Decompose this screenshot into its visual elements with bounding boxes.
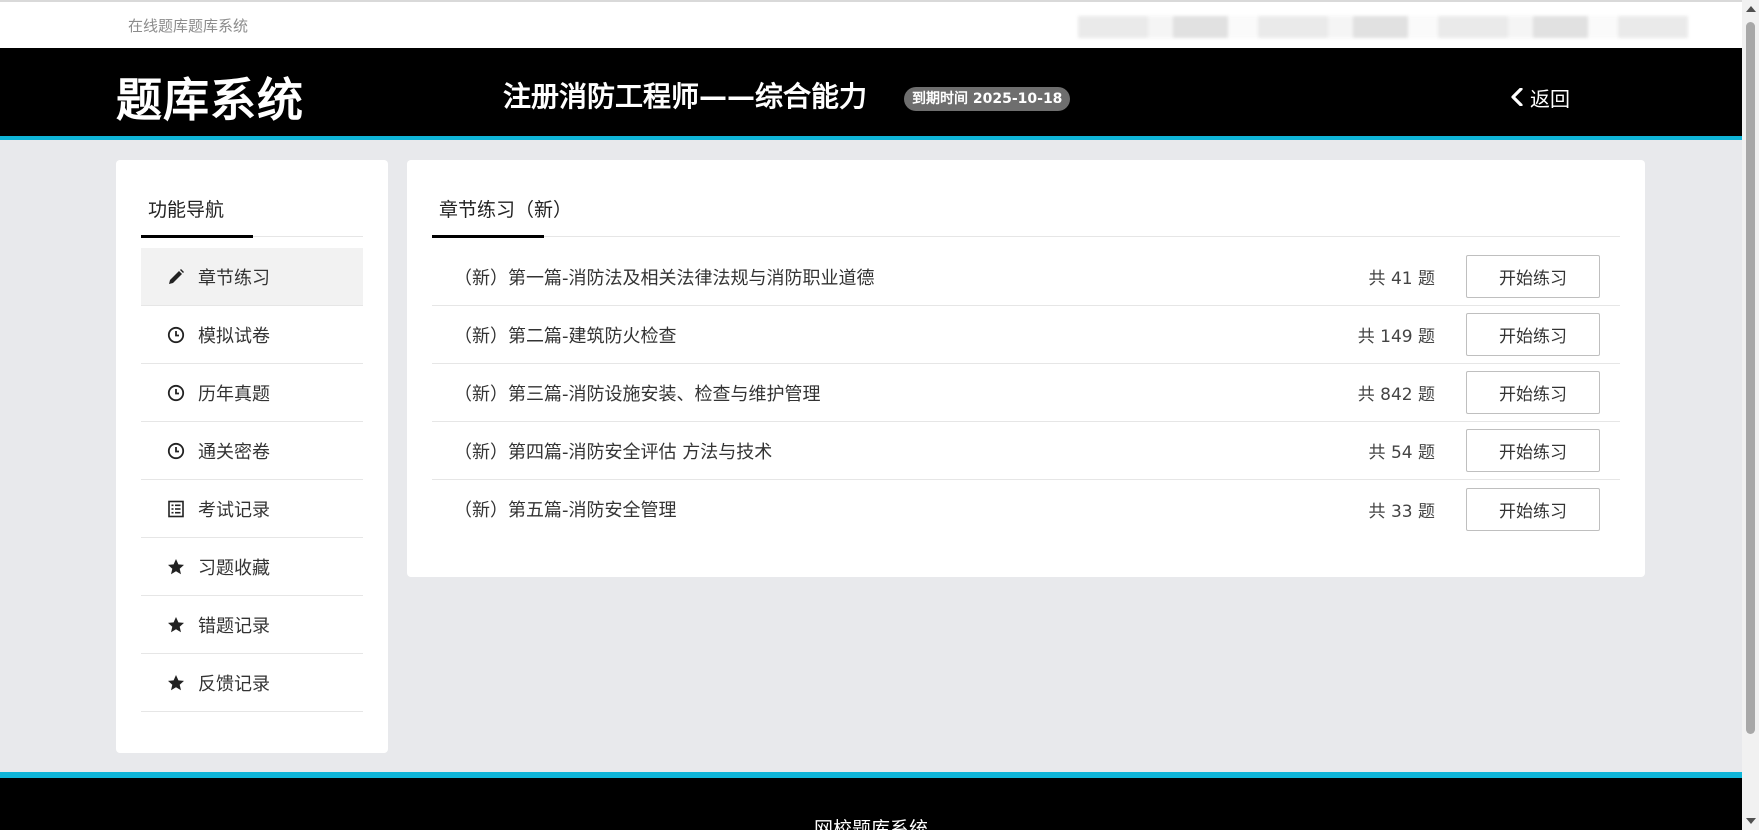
sidebar-item-past-papers[interactable]: 历年真题 [141, 364, 363, 422]
sidebar-item-favorites[interactable]: 习题收藏 [141, 538, 363, 596]
chapter-name: （新）第四篇-消防安全评估 方法与技术 [454, 441, 773, 463]
sidebar-item-label: 考试记录 [198, 499, 270, 521]
footer-text: 网校题库系统 [813, 818, 928, 830]
sidebar-title: 功能导航 [148, 199, 225, 221]
chapter-name: （新）第五篇-消防安全管理 [454, 500, 677, 521]
vertical-scrollbar[interactable] [1742, 0, 1759, 830]
clock-icon [166, 383, 186, 403]
sidebar-item-label: 通关密卷 [198, 441, 270, 463]
tab-underline [432, 235, 544, 238]
start-practice-button[interactable]: 开始练习 [1466, 487, 1600, 531]
chapter-name: （新）第三篇-消防设施安装、检查与维护管理 [454, 383, 821, 405]
sidebar-item-label: 模拟试卷 [198, 325, 270, 347]
sidebar: 功能导航 章节练习 模拟试卷 历年真题 通关密卷 考试记录 习题收藏 错题记录 … [116, 160, 388, 753]
scroll-up-arrow-icon[interactable] [1746, 6, 1756, 12]
sidebar-item-label: 历年真题 [198, 383, 270, 405]
sidebar-item-exam-records[interactable]: 考试记录 [141, 480, 363, 538]
start-practice-button[interactable]: 开始练习 [1466, 429, 1600, 472]
tab-bar: 章节练习（新） [432, 190, 1620, 238]
chapter-list: （新）第一篇-消防法及相关法律法规与消防职业道德 共 41 题 开始练习 （新）… [432, 248, 1620, 538]
start-practice-button[interactable]: 开始练习 [1466, 371, 1600, 414]
back-label: 返回 [1530, 87, 1570, 111]
list-icon [166, 499, 186, 519]
chevron-left-icon [1510, 86, 1524, 110]
question-count: 共 41 题 [1368, 269, 1435, 289]
back-button[interactable]: 返回 [1510, 83, 1570, 112]
question-count: 共 54 题 [1368, 443, 1435, 463]
sidebar-item-label: 习题收藏 [198, 557, 270, 579]
chapter-row: （新）第一篇-消防法及相关法律法规与消防职业道德 共 41 题 开始练习 [432, 248, 1620, 306]
chapter-row: （新）第四篇-消防安全评估 方法与技术 共 54 题 开始练习 [432, 422, 1620, 480]
blurred-user-info [1078, 16, 1688, 38]
sidebar-item-label: 反馈记录 [198, 673, 270, 695]
sidebar-header: 功能导航 [141, 190, 363, 238]
sidebar-nav: 章节练习 模拟试卷 历年真题 通关密卷 考试记录 习题收藏 错题记录 反馈记录 [141, 248, 363, 712]
sidebar-item-wrong-answers[interactable]: 错题记录 [141, 596, 363, 654]
logo-text[interactable]: 题库系统 [116, 64, 304, 130]
question-count: 共 149 题 [1357, 327, 1435, 347]
expire-badge: 到期时间 2025-10-18 [904, 87, 1071, 111]
chapter-row: （新）第五篇-消防安全管理 共 33 题 开始练习 [432, 480, 1620, 538]
star-icon [166, 673, 186, 693]
sidebar-item-secret-papers[interactable]: 通关密卷 [141, 422, 363, 480]
sidebar-item-chapter-practice[interactable]: 章节练习 [141, 248, 363, 306]
question-count: 共 842 题 [1357, 385, 1435, 405]
sidebar-item-label: 错题记录 [198, 615, 270, 637]
main-panel: 章节练习（新） （新）第一篇-消防法及相关法律法规与消防职业道德 共 41 题 … [407, 160, 1645, 577]
site-name: 在线题库题库系统 [128, 17, 249, 35]
chapter-row: （新）第二篇-建筑防火检查 共 149 题 开始练习 [432, 306, 1620, 364]
question-count: 共 33 题 [1368, 501, 1435, 522]
clock-icon [166, 325, 186, 345]
chapter-name: （新）第一篇-消防法及相关法律法规与消防职业道德 [454, 267, 875, 289]
star-icon [166, 615, 186, 635]
exam-title: 注册消防工程师——综合能力 [503, 80, 868, 113]
page-footer: 网校题库系统 [0, 772, 1742, 830]
chapter-row: （新）第三篇-消防设施安装、检查与维护管理 共 842 题 开始练习 [432, 364, 1620, 422]
tab-chapter-practice[interactable]: 章节练习（新） [439, 195, 572, 222]
sidebar-item-mock-exam[interactable]: 模拟试卷 [141, 306, 363, 364]
page-header: 题库系统 注册消防工程师——综合能力 到期时间 2025-10-18 返回 [0, 48, 1742, 140]
scrollbar-thumb[interactable] [1746, 22, 1755, 734]
start-practice-button[interactable]: 开始练习 [1466, 255, 1600, 298]
top-strip: 在线题库题库系统 [0, 0, 1742, 48]
chapter-name: （新）第二篇-建筑防火检查 [454, 325, 677, 347]
clock-icon [166, 441, 186, 461]
sidebar-title-underline [141, 235, 253, 238]
start-practice-button[interactable]: 开始练习 [1466, 313, 1600, 356]
sidebar-item-label: 章节练习 [198, 267, 270, 289]
pencil-icon [166, 267, 186, 287]
sidebar-item-feedback[interactable]: 反馈记录 [141, 654, 363, 712]
scroll-down-arrow-icon[interactable] [1746, 818, 1756, 824]
star-icon [166, 557, 186, 577]
